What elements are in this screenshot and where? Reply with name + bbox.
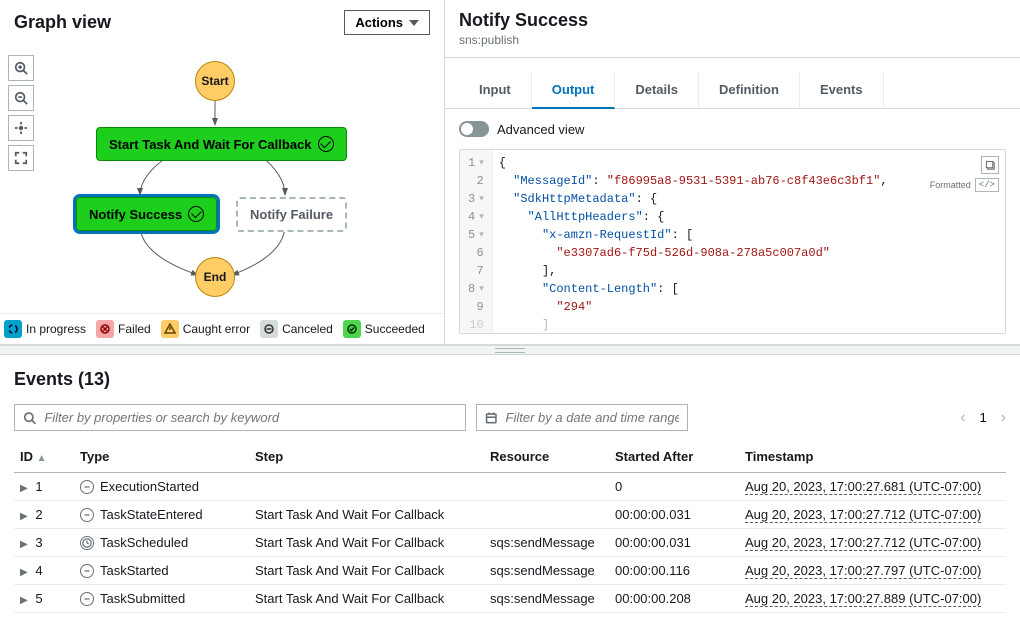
succeeded-icon [343, 320, 361, 338]
advanced-view-label: Advanced view [497, 122, 584, 137]
output-code: Formatted</> 1 ▾23 ▾4 ▾5 ▾678 ▾910 { "Me… [459, 149, 1006, 334]
center-button[interactable] [8, 115, 34, 141]
success-check-icon [318, 136, 334, 152]
copy-button[interactable] [981, 156, 999, 174]
events-table: ID ▲ Type Step Resource Started After Ti… [14, 441, 1006, 613]
panel-resizer[interactable] [0, 345, 1020, 355]
event-timestamp[interactable]: Aug 20, 2023, 17:00:27.712 (UTC-07:00) [745, 535, 981, 551]
event-timestamp[interactable]: Aug 20, 2023, 17:00:27.712 (UTC-07:00) [745, 507, 981, 523]
tabs: Input Output Details Definition Events [445, 72, 1020, 109]
event-timestamp[interactable]: Aug 20, 2023, 17:00:27.681 (UTC-07:00) [745, 479, 981, 495]
event-resource: sqs:sendMessage [484, 557, 609, 585]
event-started: 00:00:00.031 [609, 529, 739, 557]
node-end[interactable]: End [195, 257, 235, 297]
events-section: Events (13) ‹ 1 › ID ▲ Type Step Resourc… [0, 355, 1020, 627]
detail-panel: Notify Success sns:publish Input Output … [445, 0, 1020, 344]
event-step: Start Task And Wait For Callback [249, 529, 484, 557]
event-started: 00:00:00.116 [609, 557, 739, 585]
tab-definition[interactable]: Definition [699, 72, 800, 108]
failed-icon [96, 320, 114, 338]
search-icon [23, 411, 36, 425]
event-step [249, 473, 484, 501]
node-task-callback[interactable]: Start Task And Wait For Callback [96, 127, 347, 161]
event-step: Start Task And Wait For Callback [249, 557, 484, 585]
graph-title: Graph view [14, 12, 111, 33]
table-row[interactable]: ▶ 3TaskScheduledStart Task And Wait For … [14, 529, 1006, 557]
node-notify-success[interactable]: Notify Success [76, 197, 217, 231]
expand-icon[interactable]: ▶ [20, 511, 28, 522]
events-title: Events (13) [14, 369, 1006, 390]
event-resource: sqs:sendMessage [484, 529, 609, 557]
next-page-button[interactable]: › [1001, 409, 1006, 427]
in-progress-icon [4, 320, 22, 338]
expand-icon[interactable]: ▶ [20, 595, 28, 606]
formatted-label: Formatted</> [930, 178, 999, 192]
expand-icon[interactable]: ▶ [20, 567, 28, 578]
col-timestamp[interactable]: Timestamp [739, 441, 1006, 473]
success-check-icon [188, 206, 204, 222]
event-type-icon [80, 564, 94, 578]
detail-title: Notify Success [459, 10, 1006, 31]
col-started[interactable]: Started After [609, 441, 739, 473]
table-row[interactable]: ▶ 4TaskStartedStart Task And Wait For Ca… [14, 557, 1006, 585]
event-resource [484, 501, 609, 529]
event-timestamp[interactable]: Aug 20, 2023, 17:00:27.797 (UTC-07:00) [745, 563, 981, 579]
event-step: Start Task And Wait For Callback [249, 501, 484, 529]
table-row[interactable]: ▶ 2TaskStateEnteredStart Task And Wait F… [14, 501, 1006, 529]
event-type: TaskScheduled [100, 535, 188, 550]
page-number: 1 [979, 410, 986, 425]
sort-icon: ▲ [37, 453, 47, 464]
filter-date[interactable] [476, 404, 688, 431]
filter-search[interactable] [14, 404, 466, 431]
node-notify-failure[interactable]: Notify Failure [236, 197, 347, 232]
zoom-in-button[interactable] [8, 55, 34, 81]
expand-icon[interactable]: ▶ [20, 483, 28, 494]
event-started: 0 [609, 473, 739, 501]
event-step: Start Task And Wait For Callback [249, 585, 484, 613]
event-type: TaskStarted [100, 563, 169, 578]
event-type: TaskStateEntered [100, 507, 203, 522]
event-type-icon [80, 536, 94, 550]
tab-details[interactable]: Details [615, 72, 699, 108]
zoom-out-button[interactable] [8, 85, 34, 111]
event-started: 00:00:00.031 [609, 501, 739, 529]
legend: In progress Failed Caught error Canceled… [0, 313, 444, 344]
canceled-icon [260, 320, 278, 338]
event-type-icon [80, 592, 94, 606]
graph-panel: Graph view Actions Start St [0, 0, 445, 344]
detail-subtitle: sns:publish [459, 33, 1006, 47]
filter-input[interactable] [44, 410, 457, 425]
event-type: ExecutionStarted [100, 479, 199, 494]
table-row[interactable]: ▶ 5TaskSubmittedStart Task And Wait For … [14, 585, 1006, 613]
event-timestamp[interactable]: Aug 20, 2023, 17:00:27.889 (UTC-07:00) [745, 591, 981, 607]
event-resource [484, 473, 609, 501]
pager: ‹ 1 › [960, 409, 1006, 427]
col-resource[interactable]: Resource [484, 441, 609, 473]
node-start[interactable]: Start [195, 61, 235, 101]
event-type-icon [80, 480, 94, 494]
caught-icon [161, 320, 179, 338]
event-type: TaskSubmitted [100, 591, 185, 606]
event-type-icon [80, 508, 94, 522]
tab-output[interactable]: Output [532, 72, 616, 109]
actions-button[interactable]: Actions [344, 10, 430, 35]
tab-events[interactable]: Events [800, 72, 884, 108]
col-id[interactable]: ID [20, 449, 33, 464]
tab-input[interactable]: Input [459, 72, 532, 108]
calendar-icon [485, 411, 498, 425]
date-input[interactable] [506, 410, 679, 425]
prev-page-button[interactable]: ‹ [960, 409, 965, 427]
expand-icon[interactable]: ▶ [20, 539, 28, 550]
event-started: 00:00:00.208 [609, 585, 739, 613]
advanced-view-toggle[interactable] [459, 121, 489, 137]
event-resource: sqs:sendMessage [484, 585, 609, 613]
col-step[interactable]: Step [249, 441, 484, 473]
col-type[interactable]: Type [74, 441, 249, 473]
fullscreen-button[interactable] [8, 145, 34, 171]
table-row[interactable]: ▶ 1ExecutionStarted0Aug 20, 2023, 17:00:… [14, 473, 1006, 501]
